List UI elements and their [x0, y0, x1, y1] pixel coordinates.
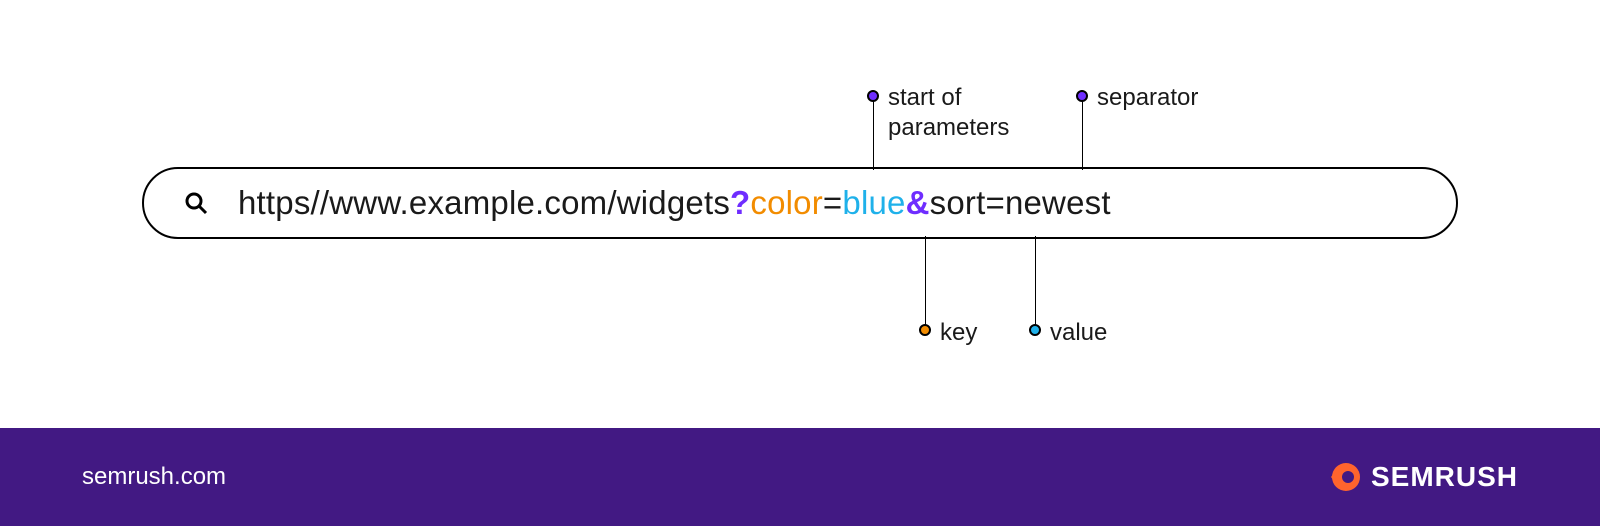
annotation-dot-key: [919, 324, 931, 336]
annotation-label-start: start of parameters: [888, 83, 1009, 143]
annotation-line-separator: [1082, 97, 1083, 170]
annotation-line-start: [873, 97, 874, 170]
annotation-label-value: value: [1050, 318, 1107, 348]
url-value: blue: [842, 184, 905, 221]
annotation-dot-value: [1029, 324, 1041, 336]
flame-icon: [1327, 460, 1361, 494]
annotation-dot-start: [867, 90, 879, 102]
annotation-dot-separator: [1076, 90, 1088, 102]
footer: semrush.com SEMRUSH: [0, 428, 1600, 526]
annotation-label-key: key: [940, 318, 977, 348]
url-bar: https//www.example.com/widgets?color=blu…: [142, 167, 1458, 239]
url-base: https//www.example.com/widgets: [238, 184, 730, 221]
annotation-label-separator: separator: [1097, 83, 1198, 113]
footer-domain: semrush.com: [82, 463, 226, 491]
url-key: color: [750, 184, 823, 221]
brand-text: SEMRUSH: [1371, 461, 1518, 493]
annotation-line-value: [1035, 236, 1036, 329]
url-separator: &: [906, 184, 930, 221]
url-text: https//www.example.com/widgets?color=blu…: [238, 184, 1111, 222]
brand: SEMRUSH: [1327, 460, 1518, 494]
url-rest: sort=newest: [930, 184, 1111, 221]
url-eq: =: [823, 184, 842, 221]
annotation-line-key: [925, 236, 926, 329]
search-icon: [184, 191, 208, 215]
diagram-canvas: https//www.example.com/widgets?color=blu…: [0, 0, 1600, 428]
url-start-marker: ?: [730, 184, 750, 221]
